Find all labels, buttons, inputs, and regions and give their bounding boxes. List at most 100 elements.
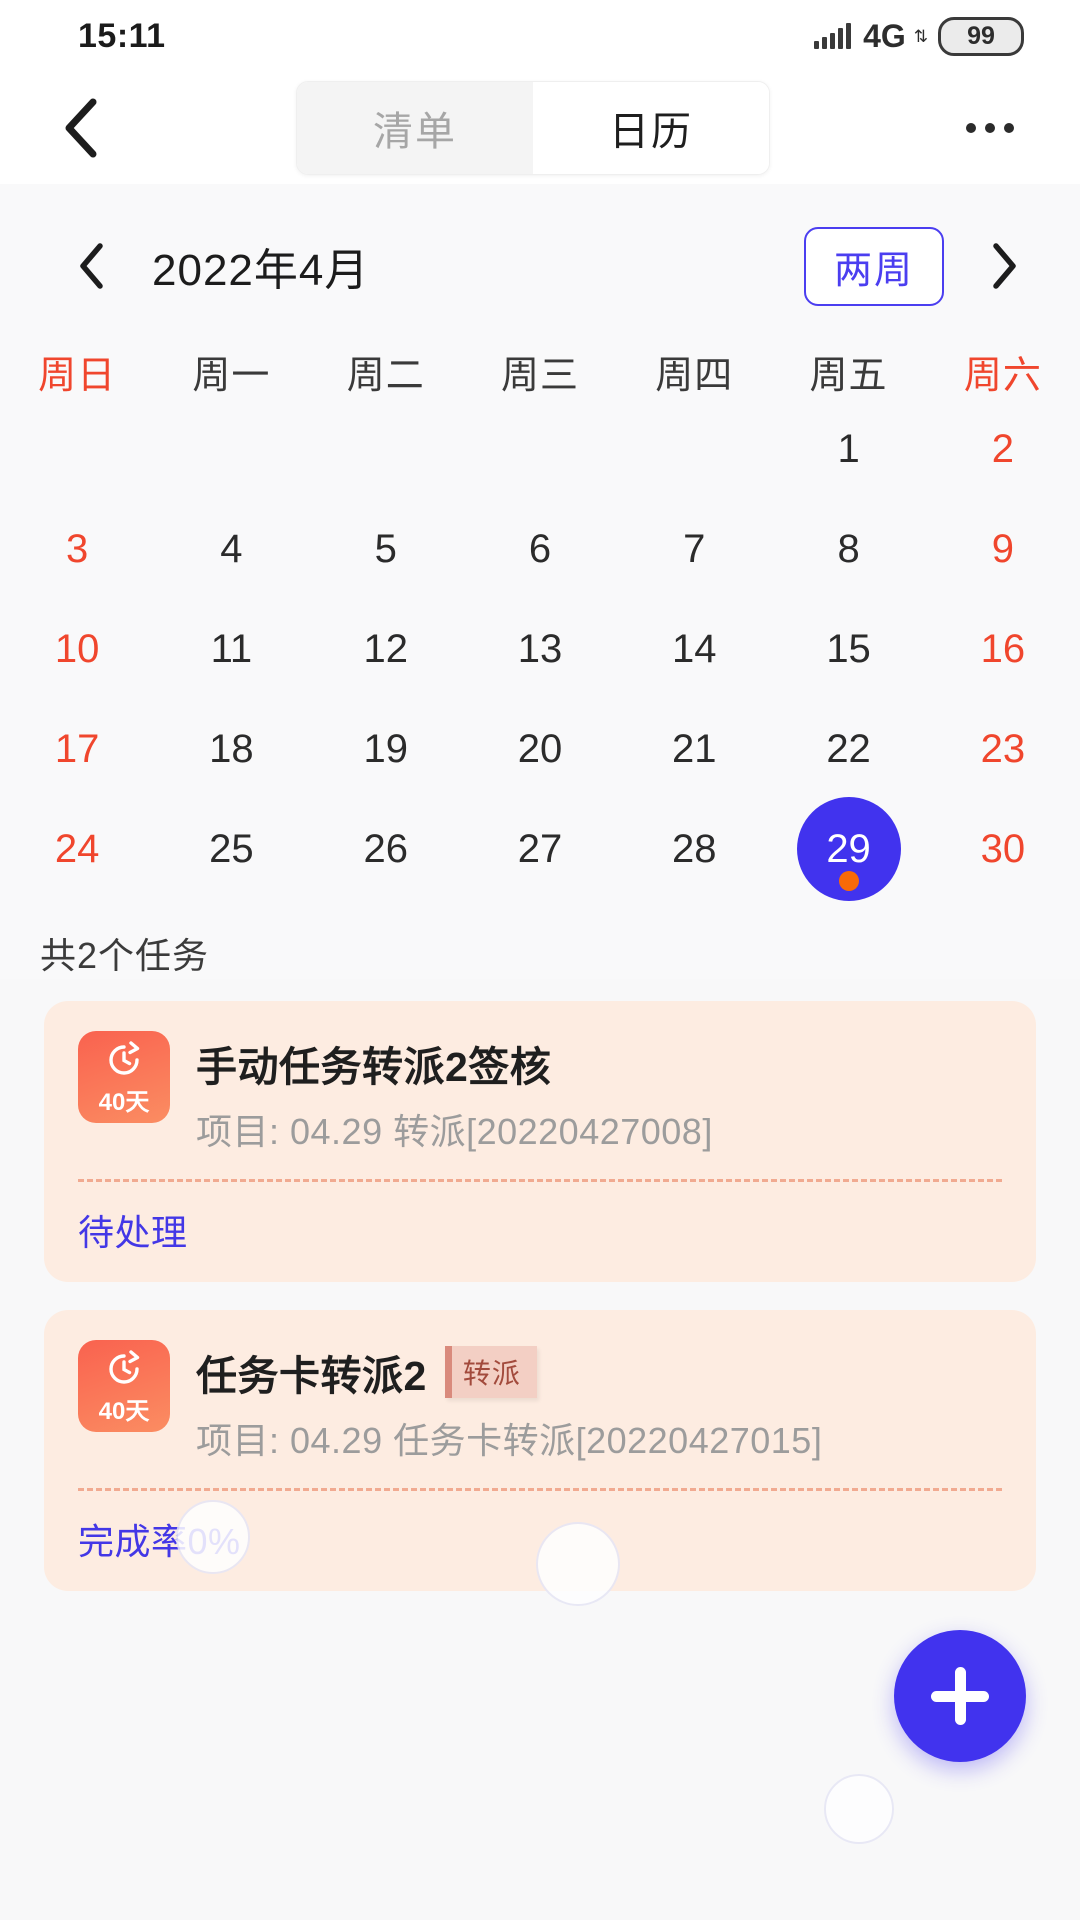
calendar-day-9[interactable]: 9 <box>926 499 1080 599</box>
calendar-day-21[interactable]: 21 <box>617 699 771 799</box>
calendar-day-number: 21 <box>672 726 717 771</box>
calendar-day-1[interactable]: 1 <box>771 399 925 499</box>
weekday-label: 周三 <box>500 355 579 397</box>
weekday-label: 周一 <box>192 355 271 397</box>
calendar-day-number: 26 <box>363 826 408 871</box>
task-subtitle: 项目: 04.29 任务卡转派[20220427015] <box>196 1420 823 1461</box>
calendar-day-4[interactable]: 4 <box>154 499 308 599</box>
status-time: 15:11 <box>78 16 166 55</box>
calendar-day-8[interactable]: 8 <box>771 499 925 599</box>
calendar-day-number: 2 <box>991 426 1014 471</box>
app-screen: 15:11 4G ⇅ 99 清单 日历 2022年4月 两周 周日 周一 周二 … <box>0 0 1080 1920</box>
calendar-day-number: 30 <box>980 826 1026 871</box>
calendar-day-13[interactable]: 13 <box>463 599 617 699</box>
calendar-day-number: 10 <box>54 626 100 671</box>
calendar-day-7[interactable]: 7 <box>617 499 771 599</box>
calendar-day-number: 27 <box>517 826 563 871</box>
view-mode-tabs[interactable]: 清单 日历 <box>296 81 770 175</box>
calendar-day-number: 25 <box>209 826 254 871</box>
task-tag-badge: 转派 <box>444 1346 537 1398</box>
calendar-day-number: 11 <box>210 626 253 671</box>
calendar-day-25[interactable]: 25 <box>154 799 308 899</box>
calendar-day-10[interactable]: 10 <box>0 599 154 699</box>
calendar-day-number: 5 <box>374 526 397 571</box>
calendar-day-number: 9 <box>991 526 1014 571</box>
calendar-day-number: 14 <box>672 626 717 671</box>
add-task-fab[interactable] <box>894 1630 1026 1762</box>
calendar-day-number: 1 <box>837 426 860 471</box>
calendar-week-row: 24 25 26 27 28 29 30 <box>0 797 1080 901</box>
calendar-day-30[interactable]: 30 <box>926 799 1080 899</box>
calendar-day-number: 7 <box>683 526 706 571</box>
touch-ripple-artifact <box>824 1774 894 1844</box>
card-divider <box>78 1488 1002 1491</box>
calendar-day-15[interactable]: 15 <box>771 599 925 699</box>
calendar-day-empty <box>0 399 154 499</box>
event-indicator-dot <box>838 871 859 891</box>
tab-list[interactable]: 清单 <box>297 82 533 174</box>
calendar-day-number: 3 <box>66 526 89 571</box>
task-card-header: 40天 任务卡转派2 转派 项目: 04.29 任务卡转派[2022042701… <box>78 1340 1002 1464</box>
calendar-day-18[interactable]: 18 <box>154 699 308 799</box>
calendar-week-row: 10 11 12 13 14 15 16 <box>0 599 1080 699</box>
calendar-day-3[interactable]: 3 <box>0 499 154 599</box>
calendar-day-22[interactable]: 22 <box>771 699 925 799</box>
task-card-body: 任务卡转派2 转派 项目: 04.29 任务卡转派[20220427015] <box>196 1340 1002 1464</box>
calendar-day-empty <box>154 399 308 499</box>
chevron-right-icon <box>993 243 1016 289</box>
calendar-day-26[interactable]: 26 <box>309 799 463 899</box>
calendar-day-number: 13 <box>517 626 563 671</box>
chevron-left-icon <box>80 243 103 289</box>
calendar-day-empty <box>617 399 771 499</box>
calendar-day-12[interactable]: 12 <box>309 599 463 699</box>
badge-days-label: 40天 <box>98 1088 150 1116</box>
calendar-day-27[interactable]: 27 <box>463 799 617 899</box>
task-card[interactable]: 40天 手动任务转派2签核 项目: 04.29 转派[20220427008] … <box>44 1001 1036 1282</box>
battery-indicator: 99 <box>938 16 1024 56</box>
calendar-day-2[interactable]: 2 <box>926 399 1080 499</box>
range-toggle-button[interactable]: 两周 <box>803 226 944 306</box>
calendar-day-17[interactable]: 17 <box>0 699 154 799</box>
weekday-label: 周四 <box>655 355 734 397</box>
calendar-day-16[interactable]: 16 <box>926 599 1080 699</box>
task-count-label: 共2个任务 <box>40 935 210 976</box>
clock-arrow-glyph <box>109 1349 140 1384</box>
calendar-day-6[interactable]: 6 <box>463 499 617 599</box>
calendar-day-20[interactable]: 20 <box>463 699 617 799</box>
calendar-day-5[interactable]: 5 <box>309 499 463 599</box>
previous-period-button[interactable] <box>56 231 126 301</box>
task-title-row: 手动任务转派2签核 <box>196 1033 1002 1093</box>
calendar-header: 2022年4月 两周 <box>0 218 1080 314</box>
calendar-day-19[interactable]: 19 <box>309 699 463 799</box>
weekday-header-row: 周日 周一 周二 周三 周四 周五 周六 <box>0 344 1080 399</box>
calendar-day-23[interactable]: 23 <box>926 699 1080 799</box>
more-options-button[interactable] <box>950 92 1030 164</box>
task-card-body: 手动任务转派2签核 项目: 04.29 转派[20220427008] <box>196 1031 1002 1155</box>
task-list: 40天 手动任务转派2签核 项目: 04.29 转派[20220427008] … <box>0 979 1080 1591</box>
calendar-day-24[interactable]: 24 <box>0 799 154 899</box>
network-type-label: 4G <box>863 17 906 54</box>
calendar-day-11[interactable]: 11 <box>154 599 308 699</box>
calendar-day-number: 20 <box>517 726 563 771</box>
weekday-label: 周二 <box>346 355 425 397</box>
more-dot <box>966 123 976 133</box>
plus-icon <box>954 1667 966 1725</box>
status-bar: 15:11 4G ⇅ 99 <box>0 0 1080 72</box>
task-card[interactable]: 40天 任务卡转派2 转派 项目: 04.29 任务卡转派[2022042701… <box>44 1310 1036 1591</box>
task-title: 手动任务转派2签核 <box>196 1044 552 1090</box>
navigation-bar: 清单 日历 <box>0 72 1080 184</box>
calendar-day-14[interactable]: 14 <box>617 599 771 699</box>
task-title: 任务卡转派2 <box>196 1353 427 1399</box>
back-button[interactable] <box>44 92 116 164</box>
signal-bars-icon <box>814 23 852 49</box>
tab-calendar[interactable]: 日历 <box>533 82 769 174</box>
data-transfer-icon: ⇅ <box>913 26 928 46</box>
next-period-button[interactable] <box>970 231 1040 301</box>
calendar-day-28[interactable]: 28 <box>617 799 771 899</box>
calendar-day-number: 12 <box>363 626 408 671</box>
calendar-day-29[interactable]: 29 <box>771 797 925 901</box>
task-title-row: 任务卡转派2 转派 <box>196 1342 1002 1402</box>
task-card-header: 40天 手动任务转派2签核 项目: 04.29 转派[20220427008] <box>78 1031 1002 1155</box>
more-dot <box>1004 123 1014 133</box>
calendar-day-number: 29 <box>826 826 871 871</box>
